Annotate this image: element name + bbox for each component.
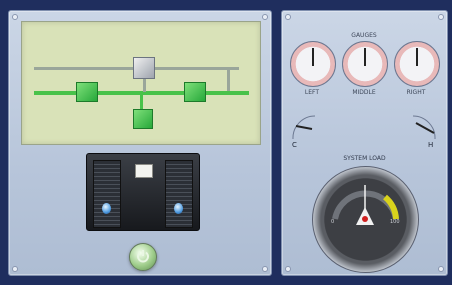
dial-label-right: H bbox=[428, 141, 434, 149]
screw-icon bbox=[12, 14, 18, 20]
gauge-label-right: RIGHT bbox=[406, 89, 426, 96]
left-panel bbox=[8, 10, 272, 276]
power-button[interactable] bbox=[129, 243, 157, 271]
system-load-dial bbox=[332, 185, 399, 225]
right-panel: GAUGES LEFT MIDDLE RIGHT C H SYSTEM LOAD… bbox=[281, 10, 448, 276]
screw-icon bbox=[262, 14, 268, 20]
system-load-title: SYSTEM LOAD bbox=[343, 155, 386, 162]
inactive-node[interactable] bbox=[133, 57, 155, 79]
gauge-needle bbox=[416, 48, 418, 66]
rack-right bbox=[165, 160, 193, 228]
network-schematic bbox=[21, 21, 261, 145]
gauges-title: GAUGES bbox=[351, 32, 377, 39]
active-node[interactable] bbox=[184, 82, 206, 102]
gauge-min-tick: 0 bbox=[331, 219, 335, 225]
screw-icon bbox=[285, 14, 291, 20]
server-device[interactable] bbox=[86, 153, 200, 231]
power-icon bbox=[137, 250, 149, 263]
gauge-needle bbox=[312, 48, 314, 66]
status-led-icon bbox=[102, 203, 111, 214]
rack-left bbox=[93, 160, 121, 228]
gauge-label-left: LEFT bbox=[304, 89, 320, 96]
gauge-middle bbox=[342, 41, 388, 87]
temperature-dial-left bbox=[292, 115, 316, 140]
dial-label-left: C bbox=[292, 141, 297, 149]
gauge-label-middle: MIDDLE bbox=[352, 89, 376, 96]
status-led-icon bbox=[174, 203, 183, 214]
system-load-gauge: 0 100 bbox=[312, 166, 419, 273]
inactive-link bbox=[227, 70, 230, 91]
screw-icon bbox=[438, 14, 444, 20]
screw-icon bbox=[438, 266, 444, 272]
gauge-right bbox=[394, 41, 440, 87]
screw-icon bbox=[12, 266, 18, 272]
screw-icon bbox=[285, 266, 291, 272]
screw-icon bbox=[262, 266, 268, 272]
gauge-needle bbox=[364, 48, 366, 66]
active-node[interactable] bbox=[133, 109, 153, 129]
temperature-dial-right bbox=[412, 115, 436, 140]
active-node[interactable] bbox=[76, 82, 98, 102]
gauge-max-tick: 100 bbox=[390, 219, 400, 225]
device-screen bbox=[135, 164, 153, 178]
gauge-left bbox=[290, 41, 336, 87]
